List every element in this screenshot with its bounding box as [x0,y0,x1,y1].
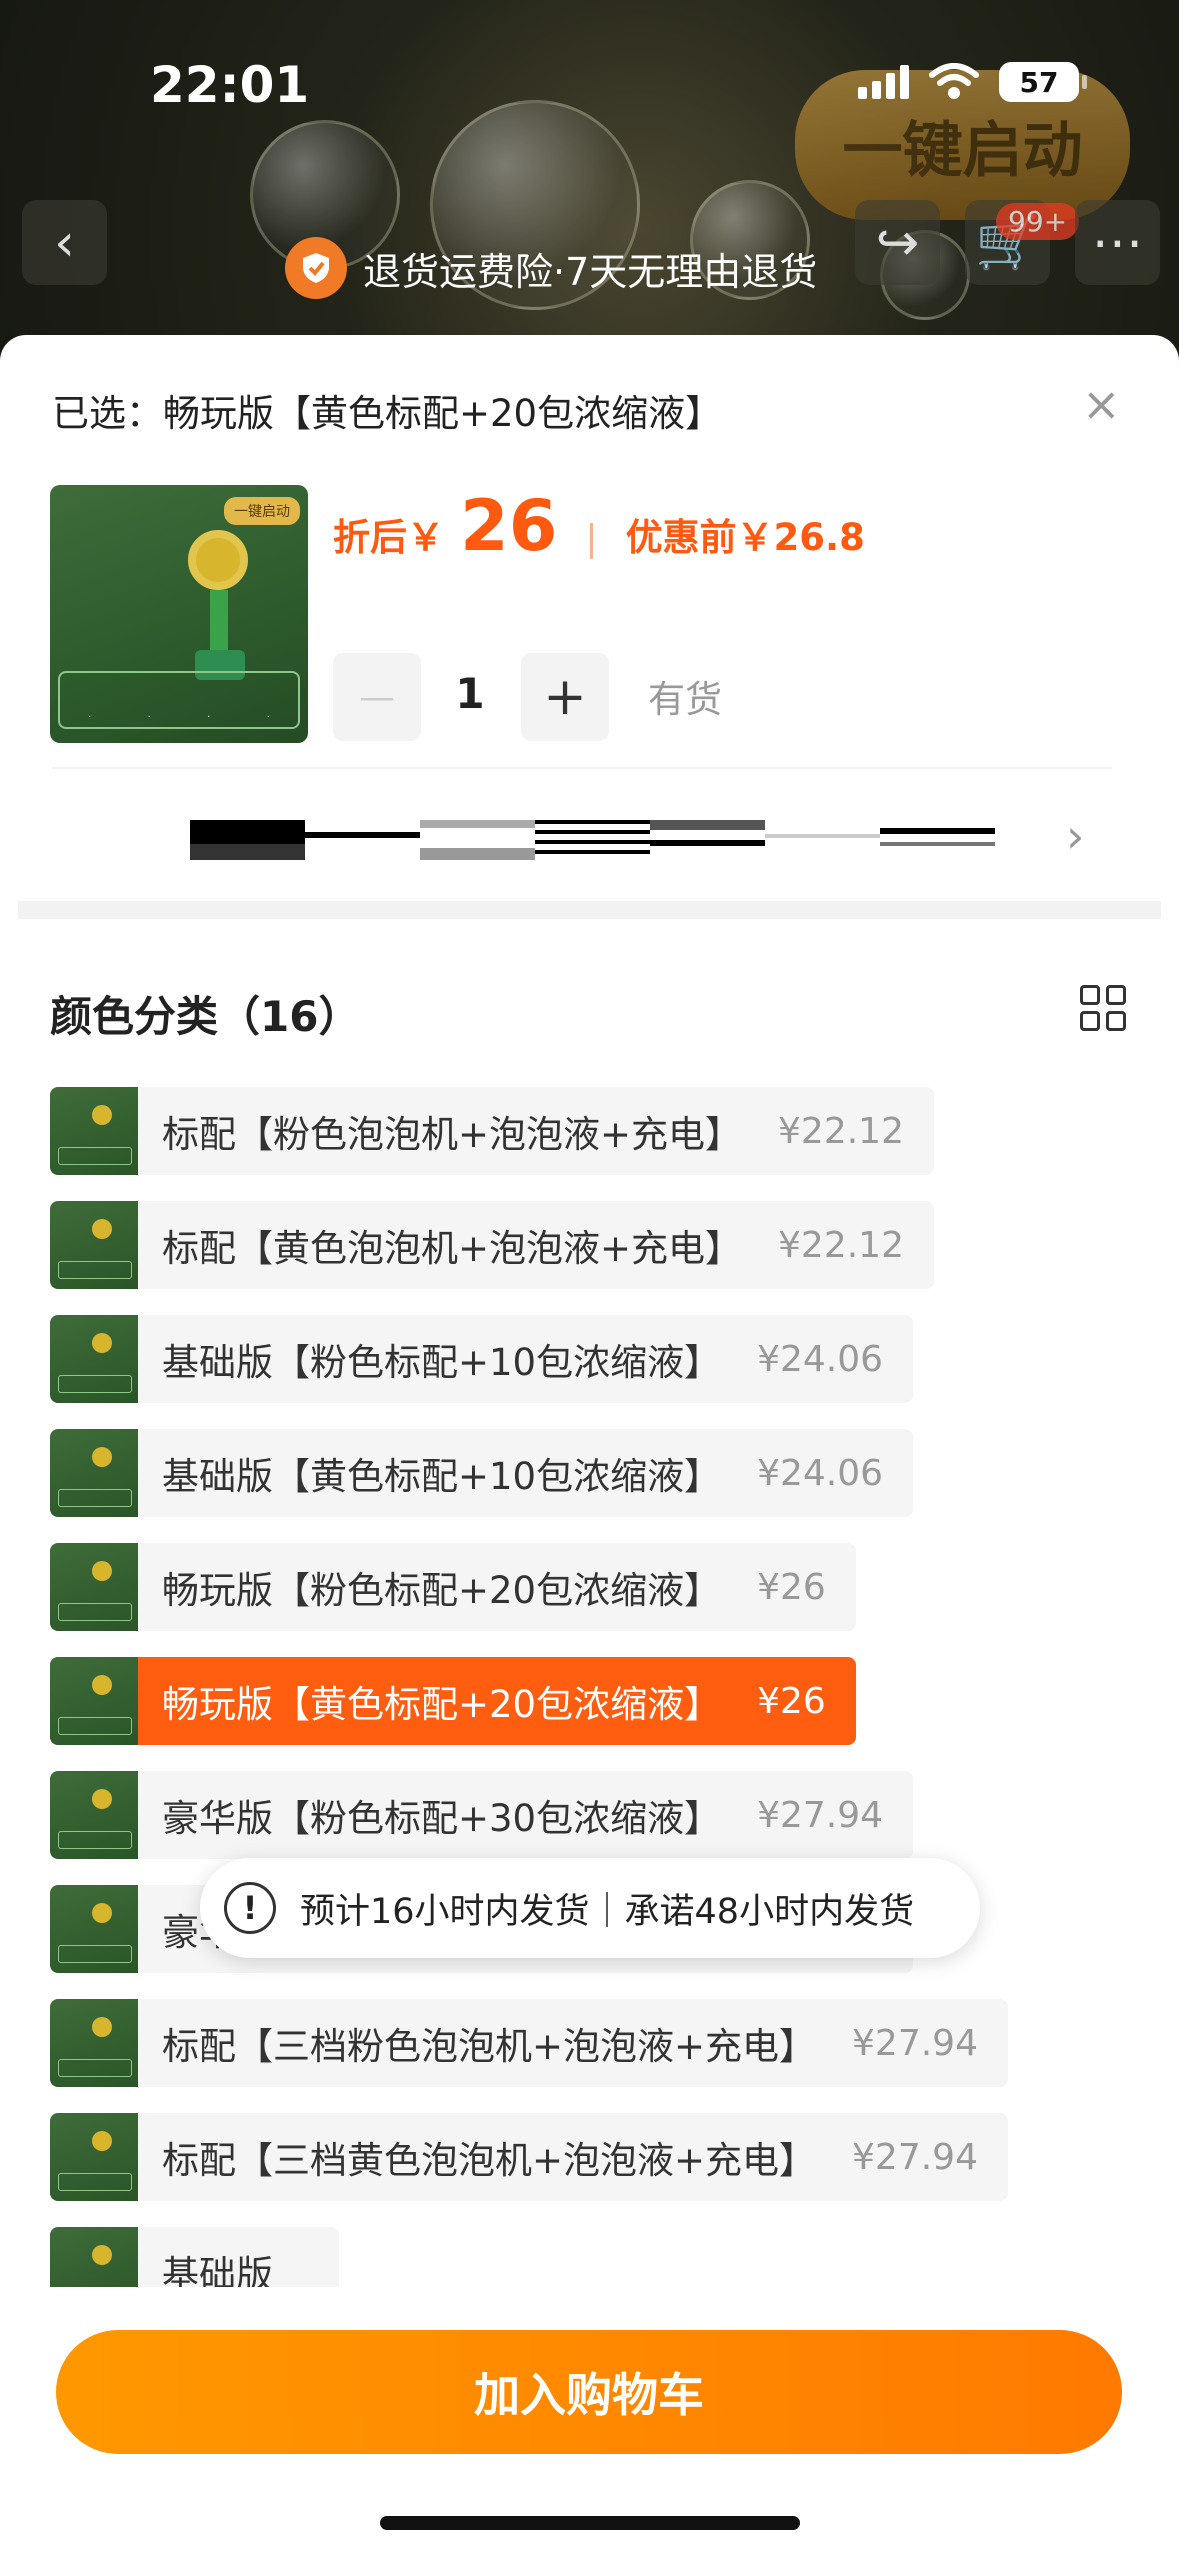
signal-icon [858,65,909,99]
add-to-cart-button[interactable]: 加入购物车 [56,2330,1122,2454]
price-label: 折后￥ [333,516,444,559]
chevron-right-icon[interactable]: › [1066,809,1084,863]
variant-price: ¥24.06 [757,1338,884,1380]
variant-name: 基础版 [162,2253,273,2287]
home-indicator [380,2516,800,2530]
wifi-icon [929,63,979,99]
variant-thumbnail [50,1657,138,1745]
back-button[interactable]: ‹ [22,200,107,285]
variant-name: 标配【三档粉色泡泡机+泡泡液+充电】 [162,2025,817,2068]
variant-thumbnail [50,1315,138,1403]
more-button[interactable]: ⋯ [1075,200,1160,285]
more-icon: ⋯ [1091,212,1144,273]
shipping-notice: ! 预计16小时内发货｜承诺48小时内发货 [200,1858,980,1958]
variant-price: ¥22.12 [778,1110,904,1152]
plus-icon: + [543,667,587,727]
section-divider [18,901,1161,919]
product-thumbnail[interactable]: 一键启动 · · · · [50,485,308,743]
variant-thumbnail [50,1885,138,1973]
variant-option[interactable]: 畅玩版【黄色标配+20包浓缩液】 ¥26 [50,1657,856,1745]
shield-check-icon [285,237,347,299]
variant-price: ¥26 [757,1566,826,1608]
variant-price: ¥27.94 [757,1794,884,1836]
divider [52,767,1112,769]
alert-icon: ! [224,1882,276,1934]
variant-name: 标配【黄色泡泡机+泡泡液+充电】 [162,1227,743,1270]
variants-section-title: 颜色分类（16） [50,992,361,1041]
variant-thumbnail [50,2227,138,2287]
original-price: 优惠前￥26.8 [625,516,865,559]
variant-price: ¥24.06 [757,1452,884,1494]
stock-status: 有货 [648,678,722,721]
return-policy-banner: 退货运费险·7天无理由退货 [285,232,817,304]
quantity-decrease-button[interactable]: — [333,653,421,741]
battery-icon: 57 [999,62,1087,102]
close-icon[interactable]: × [1082,377,1121,431]
variant-thumbnail [50,1087,138,1175]
variant-option[interactable]: 标配【粉色泡泡机+泡泡液+充电】 ¥22.12 [50,1087,934,1175]
variant-name: 基础版【粉色标配+10包浓缩液】 [162,1341,722,1384]
variant-name: 豪华版【粉色标配+30包浓缩液】 [162,1797,722,1840]
variant-option[interactable]: 畅玩版【粉色标配+20包浓缩液】 ¥26 [50,1543,856,1631]
variant-price: ¥27.94 [852,2022,978,2064]
variant-list: 标配【粉色泡泡机+泡泡液+充电】 ¥22.12 标配【黄色泡泡机+泡泡液+充电】 ¥2… [50,1087,1130,2287]
price-separator: | [585,518,598,559]
variant-option[interactable]: 豪华版【粉色标配+30包浓缩液】 ¥27.94 [50,1771,914,1859]
price-row: 折后￥ 26 | 优惠前￥26.8 [333,485,865,567]
share-icon: ↪ [875,212,920,273]
variant-name: 标配【三档黄色泡泡机+泡泡液+充电】 [162,2139,817,2182]
status-bar: 22:01 57 [0,0,1179,160]
variant-price: ¥22.12 [778,1224,904,1266]
cart-count-badge: 99+ [996,203,1080,240]
quantity-increase-button[interactable]: + [521,653,609,741]
variant-name: 基础版【黄色标配+10包浓缩液】 [162,1455,722,1498]
selected-variant-text: 已选：畅玩版【黄色标配+20包浓缩液】 [52,392,723,435]
variant-thumbnail [50,1543,138,1631]
variant-price: ¥26 [757,1680,826,1722]
variant-option[interactable]: 基础版【黄色标配+10包浓缩液】 ¥24.06 [50,1429,914,1517]
variant-option[interactable]: 基础版【粉色标配+10包浓缩液】 ¥24.06 [50,1315,914,1403]
variant-thumbnail [50,1429,138,1517]
variant-option[interactable]: 标配【三档粉色泡泡机+泡泡液+充电】 ¥27.94 [50,1999,1008,2087]
variant-name: 畅玩版【黄色标配+20包浓缩液】 [162,1683,722,1726]
variant-thumbnail [50,1999,138,2087]
variant-thumbnail [50,2113,138,2201]
variant-name: 标配【粉色泡泡机+泡泡液+充电】 [162,1113,743,1156]
variant-price: ¥27.94 [852,2136,978,2178]
status-time: 22:01 [150,56,310,114]
sku-selector-sheet: 已选：畅玩版【黄色标配+20包浓缩液】 × 一键启动 · · · · 折后￥ 26 |… [0,335,1179,2556]
variant-thumbnail [50,1771,138,1859]
minus-icon: — [359,676,395,718]
variant-option[interactable]: 基础版 [50,2227,339,2287]
share-button[interactable]: ↪ [855,200,940,285]
quantity-value[interactable]: 1 [440,669,500,718]
price-value: 26 [460,485,558,567]
variant-thumbnail [50,1201,138,1289]
chevron-left-icon: ‹ [54,212,75,273]
redacted-info-row[interactable] [190,820,995,860]
variant-option[interactable]: 标配【三档黄色泡泡机+泡泡液+充电】 ¥27.94 [50,2113,1008,2201]
banner-text: 退货运费险·7天无理由退货 [363,249,818,294]
variant-name: 畅玩版【粉色标配+20包浓缩液】 [162,1569,722,1612]
thumb-tag: 一键启动 [224,497,300,525]
grid-view-icon[interactable] [1080,985,1126,1031]
variant-option[interactable]: 标配【黄色泡泡机+泡泡液+充电】 ¥22.12 [50,1201,934,1289]
shipping-notice-text: 预计16小时内发货｜承诺48小时内发货 [300,1891,915,1932]
